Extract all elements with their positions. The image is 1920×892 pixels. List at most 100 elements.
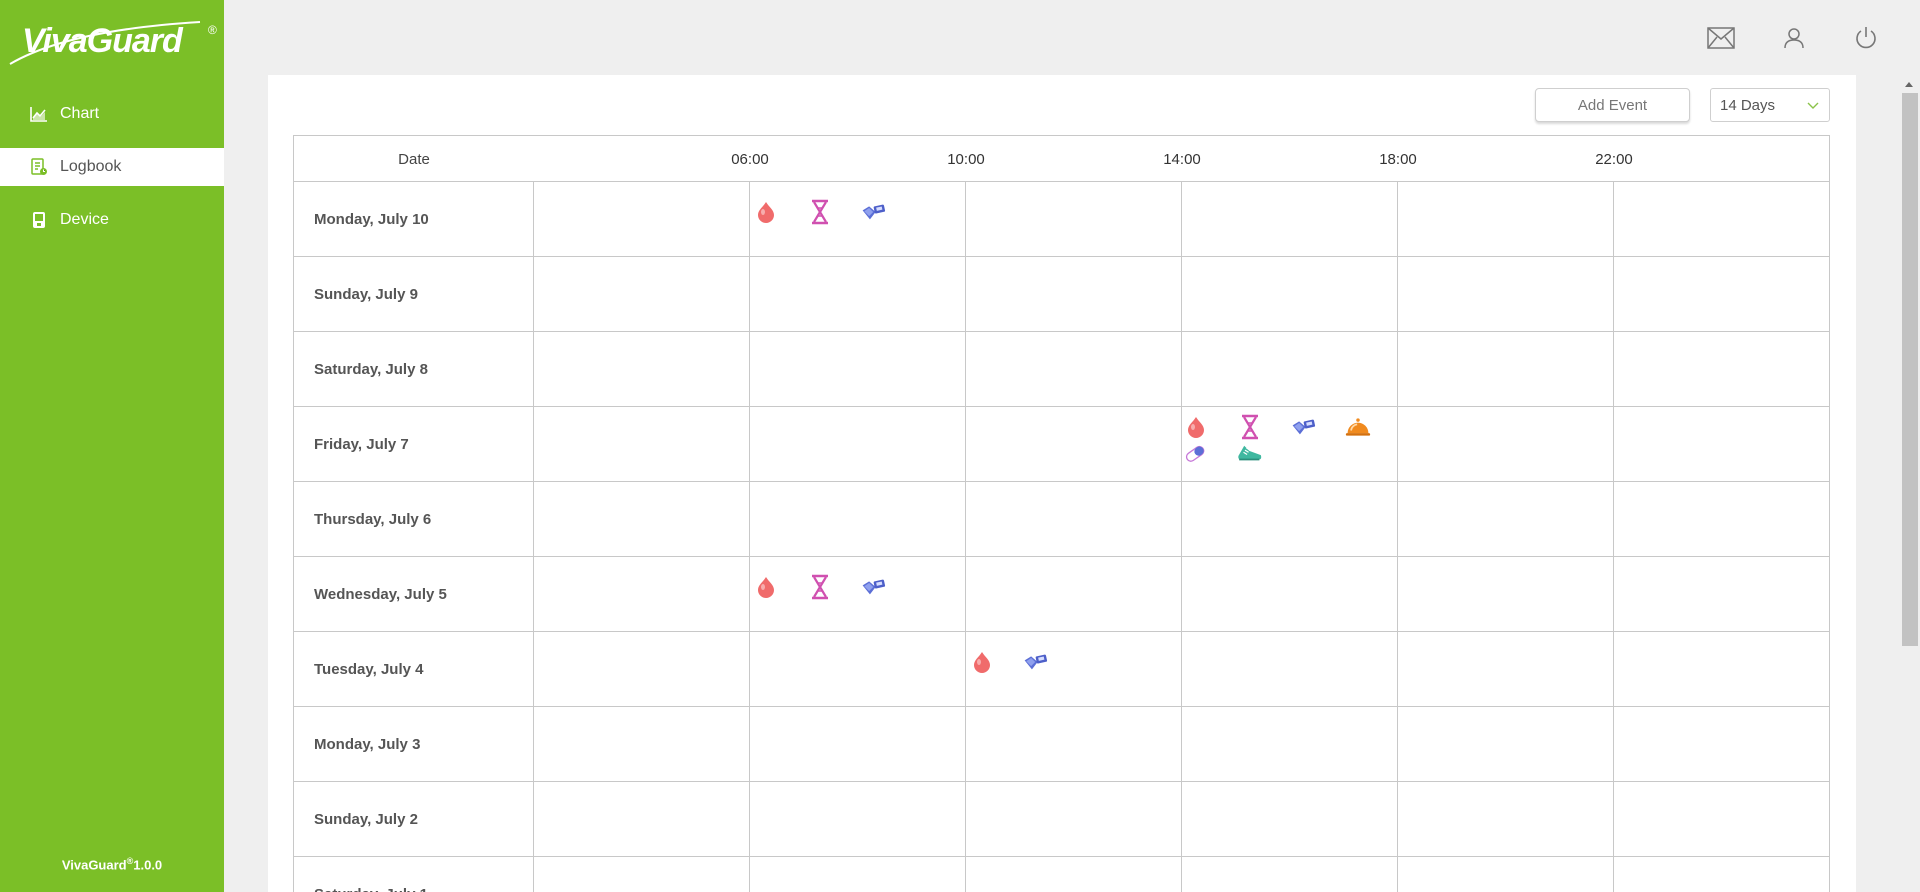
time-slot-cell[interactable] bbox=[1398, 857, 1614, 892]
time-slot-cell[interactable] bbox=[1398, 332, 1614, 406]
time-slot-cell[interactable] bbox=[534, 407, 750, 481]
insulin-icon[interactable] bbox=[1237, 414, 1263, 440]
blood-drop-icon[interactable] bbox=[969, 649, 995, 675]
meter-device-icon[interactable] bbox=[861, 574, 887, 600]
time-slot-cell[interactable] bbox=[750, 257, 966, 331]
power-button[interactable] bbox=[1852, 24, 1880, 52]
time-slot-cell[interactable] bbox=[1398, 182, 1614, 256]
time-slot-cell[interactable] bbox=[1398, 557, 1614, 631]
time-label: 10:00 bbox=[947, 150, 985, 168]
time-slot-cell[interactable] bbox=[534, 857, 750, 892]
time-slot-cell[interactable] bbox=[1398, 482, 1614, 556]
time-slot-cell[interactable] bbox=[1182, 557, 1398, 631]
time-slot-cell[interactable] bbox=[750, 407, 966, 481]
table-row: Saturday, July 1 bbox=[294, 857, 1830, 892]
time-slot-cell[interactable] bbox=[1614, 707, 1830, 781]
time-slot-cell[interactable] bbox=[534, 707, 750, 781]
time-slot-cell[interactable] bbox=[534, 632, 750, 706]
medication-icon[interactable] bbox=[1183, 440, 1209, 466]
time-slot-cell[interactable] bbox=[534, 782, 750, 856]
time-slot-cell[interactable] bbox=[534, 332, 750, 406]
sidebar-item-device[interactable]: Device bbox=[0, 201, 224, 239]
sidebar-item-label: Device bbox=[60, 211, 109, 228]
exercise-shoe-icon[interactable] bbox=[1237, 440, 1263, 466]
time-slot-cell[interactable] bbox=[966, 707, 1182, 781]
time-slot-cell[interactable] bbox=[966, 482, 1182, 556]
time-slot-cell[interactable] bbox=[1614, 482, 1830, 556]
time-slot-cell[interactable] bbox=[1398, 257, 1614, 331]
time-slot-cell[interactable] bbox=[966, 857, 1182, 892]
time-slot-cell[interactable] bbox=[750, 557, 966, 631]
food-icon[interactable] bbox=[1345, 414, 1371, 440]
grid-rows: Monday, July 10 Sunday, July 9 Saturday, J… bbox=[294, 182, 1830, 892]
time-slot-cell[interactable] bbox=[534, 482, 750, 556]
time-slot-cell[interactable] bbox=[750, 332, 966, 406]
time-slot-cell[interactable] bbox=[750, 857, 966, 892]
time-slot-cell[interactable] bbox=[750, 482, 966, 556]
row-date: Tuesday, July 4 bbox=[294, 632, 534, 706]
sidebar-item-label: Logbook bbox=[60, 158, 122, 175]
grid-header: Date 06:00 10:00 14:00 18:00 22:00 bbox=[294, 136, 1830, 182]
time-slot-cell[interactable] bbox=[534, 557, 750, 631]
meter-device-icon[interactable] bbox=[1023, 649, 1049, 675]
range-select[interactable]: 14 Days bbox=[1710, 88, 1830, 122]
meter-device-icon[interactable] bbox=[1291, 414, 1317, 440]
sidebar-item-logbook[interactable]: Logbook bbox=[0, 148, 224, 186]
time-slot-cell[interactable] bbox=[966, 257, 1182, 331]
time-slot-cell[interactable] bbox=[966, 782, 1182, 856]
table-row: Sunday, July 9 bbox=[294, 257, 1830, 332]
time-slot-cell[interactable] bbox=[750, 632, 966, 706]
time-slot-cell[interactable] bbox=[534, 257, 750, 331]
time-slot-cell[interactable] bbox=[966, 407, 1182, 481]
time-slot-cell[interactable] bbox=[1398, 407, 1614, 481]
time-slot-cell[interactable] bbox=[1398, 782, 1614, 856]
user-button[interactable] bbox=[1780, 24, 1808, 52]
insulin-icon[interactable] bbox=[807, 574, 833, 600]
logbook-icon bbox=[30, 158, 48, 176]
blood-drop-icon[interactable] bbox=[753, 199, 779, 225]
time-slot-cell[interactable] bbox=[1398, 707, 1614, 781]
mail-button[interactable] bbox=[1707, 24, 1735, 52]
time-slot-cell[interactable] bbox=[1182, 632, 1398, 706]
row-date: Sunday, July 2 bbox=[294, 782, 534, 856]
time-slot-cell[interactable] bbox=[1614, 632, 1830, 706]
time-label: 14:00 bbox=[1163, 150, 1201, 168]
time-slot-cell[interactable] bbox=[750, 182, 966, 256]
time-slot-cell[interactable] bbox=[1614, 182, 1830, 256]
time-label: 06:00 bbox=[731, 150, 769, 168]
time-slot-cell[interactable] bbox=[1614, 332, 1830, 406]
time-slot-cell[interactable] bbox=[966, 632, 1182, 706]
time-slot-cell[interactable] bbox=[1182, 257, 1398, 331]
time-slot-cell[interactable] bbox=[966, 182, 1182, 256]
time-slot-cell[interactable] bbox=[1614, 857, 1830, 892]
table-row: Wednesday, July 5 bbox=[294, 557, 1830, 632]
time-slot-cell[interactable] bbox=[750, 782, 966, 856]
app-version: VivaGuard®1.0.0 bbox=[0, 856, 224, 872]
time-slot-cell[interactable] bbox=[1182, 182, 1398, 256]
time-slot-cell[interactable] bbox=[1182, 482, 1398, 556]
time-slot-cell[interactable] bbox=[1614, 257, 1830, 331]
time-slot-cell[interactable] bbox=[750, 707, 966, 781]
scrollbar-thumb[interactable] bbox=[1902, 93, 1918, 646]
scroll-up-icon[interactable] bbox=[1904, 80, 1914, 88]
add-event-button[interactable]: Add Event bbox=[1535, 88, 1690, 122]
time-slot-cell[interactable] bbox=[1614, 782, 1830, 856]
time-slot-cell[interactable] bbox=[1398, 632, 1614, 706]
sidebar-item-chart[interactable]: Chart bbox=[0, 95, 224, 133]
device-icon bbox=[30, 211, 48, 229]
time-slot-cell[interactable] bbox=[1614, 407, 1830, 481]
time-slot-cell[interactable] bbox=[1182, 332, 1398, 406]
blood-drop-icon[interactable] bbox=[753, 574, 779, 600]
insulin-icon[interactable] bbox=[807, 199, 833, 225]
time-slot-cell[interactable] bbox=[966, 332, 1182, 406]
sidebar-item-label: Chart bbox=[60, 105, 100, 122]
time-slot-cell[interactable] bbox=[1182, 782, 1398, 856]
blood-drop-icon[interactable] bbox=[1183, 414, 1209, 440]
time-slot-cell[interactable] bbox=[1614, 557, 1830, 631]
time-slot-cell[interactable] bbox=[1182, 707, 1398, 781]
meter-device-icon[interactable] bbox=[861, 199, 887, 225]
time-slot-cell[interactable] bbox=[1182, 857, 1398, 892]
sidebar: VivaGuard ® Chart Logbook Device VivaGua… bbox=[0, 0, 224, 892]
time-slot-cell[interactable] bbox=[534, 182, 750, 256]
time-slot-cell[interactable] bbox=[966, 557, 1182, 631]
